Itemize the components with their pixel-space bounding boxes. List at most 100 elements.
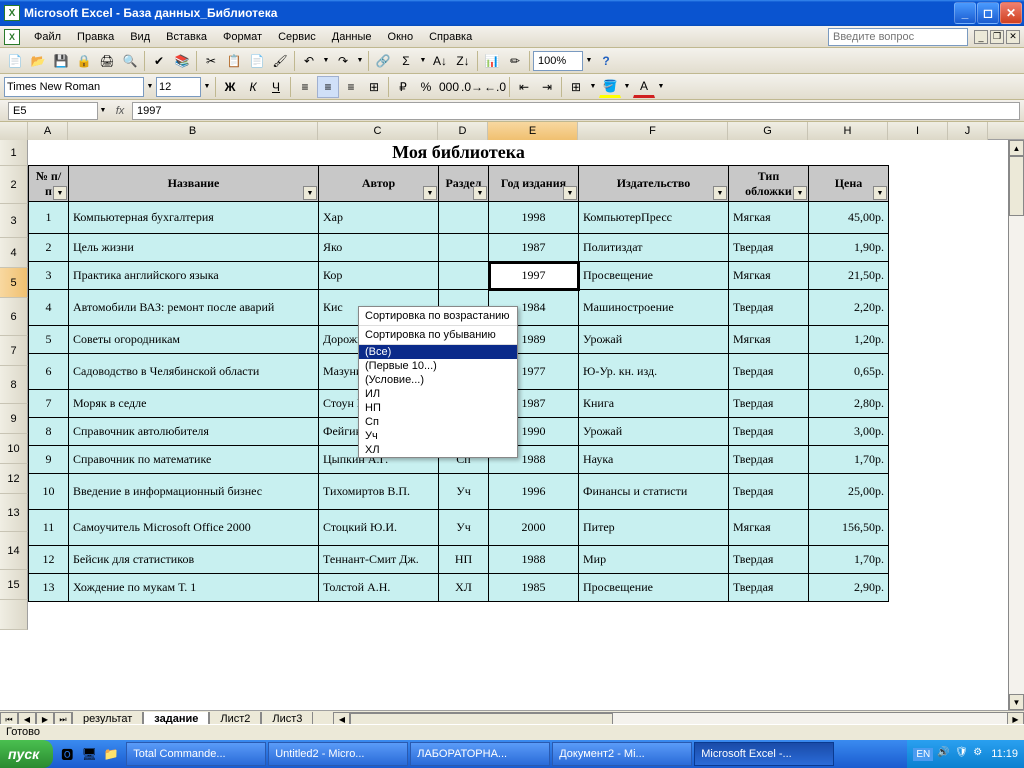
percent-icon[interactable]: % [415,76,437,98]
clock[interactable]: 11:19 [991,748,1018,760]
column-header-E[interactable]: E [488,122,578,140]
paste-icon[interactable]: 📄 [246,50,268,72]
cell[interactable]: Машиностроение [579,290,729,326]
cell[interactable]: Справочник по математике [69,446,319,474]
cell[interactable]: 1988 [489,546,579,574]
cell[interactable]: НП [439,546,489,574]
menu-window[interactable]: Окно [380,29,422,45]
cell[interactable]: Питер [579,510,729,546]
cell[interactable]: Наука [579,446,729,474]
mdi-close[interactable]: ✕ [1006,30,1020,44]
row-header[interactable]: 10 [0,434,28,464]
cell[interactable]: Финансы и статисти [579,474,729,510]
tray-icon[interactable]: 🛡 [955,747,969,761]
fx-button[interactable]: fx [108,105,132,117]
column-header-A[interactable]: A [28,122,68,140]
column-header-J[interactable]: J [948,122,988,140]
filter-option[interactable]: (Все) [359,345,517,359]
font-size-select[interactable] [156,77,201,97]
cell[interactable]: 1987 [489,234,579,262]
new-icon[interactable]: 📄 [4,50,26,72]
row-header[interactable]: 3 [0,204,28,238]
sort-desc-icon[interactable]: Z↓ [452,50,474,72]
filter-option[interactable]: Уч [359,429,517,443]
align-center-icon[interactable]: ≡ [317,76,339,98]
print-preview-icon[interactable]: 🔍 [119,50,141,72]
font-color-icon[interactable]: A [633,76,655,98]
sort-descending-option[interactable]: Сортировка по убыванию [359,326,517,345]
filter-arrow[interactable]: ▼ [713,186,727,200]
cell[interactable] [439,262,489,290]
cell[interactable]: Просвещение [579,262,729,290]
cell[interactable]: Мягкая [729,326,809,354]
format-painter-icon[interactable]: 🖌 [269,50,291,72]
cell[interactable]: Садоводство в Челябинской области [69,354,319,390]
taskbar-button[interactable]: Документ2 - Mi... [552,742,692,766]
autosum-dropdown[interactable]: ▼ [418,51,428,71]
cell[interactable]: Кор [319,262,439,290]
cell[interactable]: Мир [579,546,729,574]
column-header-F[interactable]: F [578,122,728,140]
cell[interactable]: 45,00р. [809,202,889,234]
cell[interactable]: Книга [579,390,729,418]
cell[interactable]: КомпьютерПресс [579,202,729,234]
cell[interactable]: Советы огородникам [69,326,319,354]
cell[interactable]: 1997 [489,262,579,290]
cell[interactable]: Мягкая [729,262,809,290]
filter-arrow[interactable]: ▼ [303,186,317,200]
cell[interactable]: Введение в информационный бизнес [69,474,319,510]
zoom-dropdown[interactable]: ▼ [584,51,594,71]
bold-icon[interactable]: Ж [219,76,241,98]
cell[interactable]: 2,80р. [809,390,889,418]
decrease-decimal-icon[interactable]: ←.0 [484,76,506,98]
filter-option[interactable]: Сп [359,415,517,429]
borders-icon[interactable]: ⊞ [565,76,587,98]
menu-view[interactable]: Вид [122,29,158,45]
menu-format[interactable]: Формат [215,29,270,45]
filter-option[interactable]: ХЛ [359,443,517,457]
open-icon[interactable]: 📂 [27,50,49,72]
cell[interactable]: 11 [29,510,69,546]
save-icon[interactable]: 💾 [50,50,72,72]
select-all-corner[interactable] [0,122,28,140]
cell[interactable]: Теннант-Смит Дж. [319,546,439,574]
cell[interactable]: Урожай [579,418,729,446]
cell[interactable]: 2,20р. [809,290,889,326]
cell[interactable]: 156,50р. [809,510,889,546]
vscroll-thumb[interactable] [1009,156,1024,216]
cut-icon[interactable]: ✂ [200,50,222,72]
cell[interactable]: Компьютерная бухгалтерия [69,202,319,234]
size-dropdown[interactable]: ▼ [202,77,212,97]
filter-arrow[interactable]: ▼ [473,186,487,200]
cell[interactable]: Ю-Ур. кн. изд. [579,354,729,390]
quicklaunch-desktop-icon[interactable]: 🖥 [79,744,99,764]
tray-icon[interactable]: 🔊 [937,747,951,761]
cell[interactable] [439,234,489,262]
row-header[interactable]: 12 [0,464,28,494]
taskbar-button[interactable]: Untitled2 - Micro... [268,742,408,766]
column-header-G[interactable]: G [728,122,808,140]
cell[interactable]: Мягкая [729,510,809,546]
decrease-indent-icon[interactable]: ⇤ [513,76,535,98]
minimize-button[interactable]: _ [954,2,976,24]
cell[interactable]: Стоцкий Ю.И. [319,510,439,546]
formula-input[interactable] [132,102,1020,120]
increase-decimal-icon[interactable]: .0→ [461,76,483,98]
redo-dropdown[interactable]: ▼ [355,51,365,71]
menu-edit[interactable]: Правка [69,29,122,45]
cell[interactable]: Уч [439,474,489,510]
print-icon[interactable]: 🖨 [96,50,118,72]
app-icon[interactable]: X [4,29,20,45]
cell[interactable]: 5 [29,326,69,354]
cell[interactable]: Тихомиртов В.П. [319,474,439,510]
mdi-minimize[interactable]: _ [974,30,988,44]
row-header[interactable]: 15 [0,570,28,600]
filter-arrow[interactable]: ▼ [873,186,887,200]
cell[interactable]: Твердая [729,418,809,446]
row-header[interactable]: 1 [0,140,28,166]
scroll-down-button[interactable]: ▼ [1009,694,1024,710]
quicklaunch-app-icon[interactable]: 📁 [101,744,121,764]
spelling-icon[interactable]: ✔ [148,50,170,72]
research-icon[interactable]: 📚 [171,50,193,72]
merge-icon[interactable]: ⊞ [363,76,385,98]
